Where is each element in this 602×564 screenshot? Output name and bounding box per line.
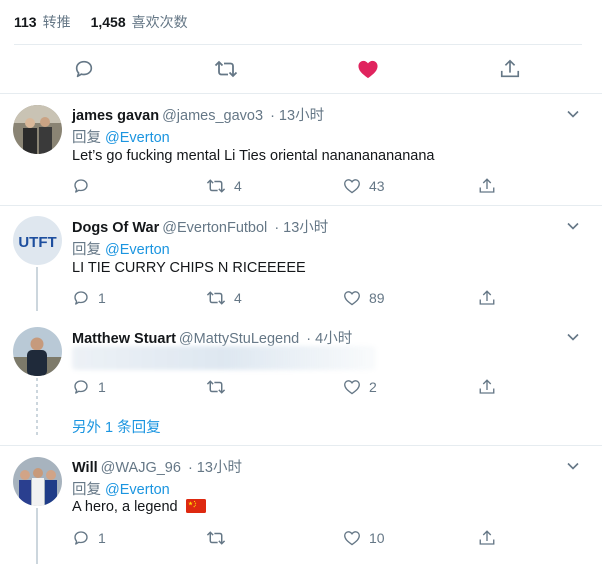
share-button[interactable] bbox=[478, 288, 496, 308]
display-name[interactable]: james gavan bbox=[72, 108, 159, 124]
reply-prefix: 回复 bbox=[72, 130, 101, 146]
tweet-actions: 4 43 bbox=[72, 176, 512, 196]
share-button[interactable] bbox=[478, 176, 496, 196]
thread-line bbox=[36, 267, 38, 311]
reply-count: 1 bbox=[98, 290, 106, 306]
thread-line bbox=[36, 508, 38, 564]
retweet-count: 4 bbox=[234, 290, 242, 306]
retweet-icon bbox=[206, 378, 226, 396]
reply-count: 1 bbox=[98, 530, 106, 546]
like-count: 43 bbox=[369, 178, 385, 194]
timestamp[interactable]: · 4小时 bbox=[306, 331, 352, 347]
chevron-down-icon[interactable] bbox=[566, 219, 580, 233]
like-count: 10 bbox=[369, 530, 385, 546]
reply-icon[interactable] bbox=[71, 56, 97, 82]
share-icon bbox=[478, 529, 496, 547]
reply-icon bbox=[72, 378, 90, 396]
divider bbox=[14, 44, 582, 45]
like-count: 2 bbox=[369, 379, 377, 395]
reply-button[interactable]: 1 bbox=[72, 528, 106, 548]
user-handle[interactable]: @WAJG_96 bbox=[101, 460, 181, 476]
main-tweet-actions bbox=[0, 46, 602, 92]
divider bbox=[0, 93, 602, 94]
retweet-icon[interactable] bbox=[213, 56, 239, 82]
tweet-text: LI TIE CURRY CHIPS N RICEEEEE bbox=[72, 260, 306, 276]
reply-button[interactable]: 1 bbox=[72, 288, 106, 308]
replying-to: 回复 @Everton bbox=[72, 478, 170, 499]
show-more-replies-link[interactable]: 另外 1 条回复 bbox=[72, 416, 161, 437]
like-button[interactable]: 89 bbox=[343, 288, 385, 308]
share-icon[interactable] bbox=[497, 56, 523, 82]
heart-icon bbox=[343, 530, 361, 546]
like-label[interactable]: 喜欢次数 bbox=[132, 12, 188, 32]
user-handle[interactable]: @EvertonFutbol bbox=[162, 220, 267, 236]
share-button[interactable] bbox=[478, 377, 496, 397]
avatar[interactable] bbox=[13, 327, 62, 376]
user-handle[interactable]: @james_gavo3 bbox=[162, 108, 263, 124]
retweet-icon bbox=[206, 177, 226, 195]
share-icon bbox=[478, 378, 496, 396]
reply-icon bbox=[72, 177, 90, 195]
retweet-count: 4 bbox=[234, 178, 242, 194]
retweet-count[interactable]: 113 bbox=[14, 14, 37, 30]
reply-icon bbox=[72, 289, 90, 307]
mention-link[interactable]: @Everton bbox=[105, 482, 170, 498]
share-icon bbox=[478, 177, 496, 195]
liked-heart-icon[interactable] bbox=[355, 56, 381, 82]
retweet-button[interactable] bbox=[206, 528, 234, 548]
like-button[interactable]: 2 bbox=[343, 377, 377, 397]
chevron-down-icon[interactable] bbox=[566, 330, 580, 344]
retweet-button[interactable] bbox=[206, 377, 234, 397]
divider bbox=[0, 205, 602, 206]
heart-icon bbox=[343, 290, 361, 306]
display-name[interactable]: Dogs Of War bbox=[72, 220, 159, 236]
reply-count: 1 bbox=[98, 379, 106, 395]
retweet-label[interactable]: 转推 bbox=[43, 12, 71, 32]
reply-button[interactable] bbox=[72, 176, 98, 196]
thread-line bbox=[36, 378, 38, 436]
retweet-icon bbox=[206, 289, 226, 307]
engagement-stats: 113 转推 1,458 喜欢次数 bbox=[0, 0, 602, 44]
chevron-down-icon[interactable] bbox=[566, 107, 580, 121]
reply-prefix: 回复 bbox=[72, 482, 101, 498]
display-name[interactable]: Matthew Stuart bbox=[72, 331, 176, 347]
tweet-text: Let’s go fucking mental Li Ties oriental… bbox=[72, 148, 435, 164]
avatar[interactable] bbox=[13, 457, 62, 506]
reply-prefix: 回复 bbox=[72, 242, 101, 258]
avatar-text: UTFT bbox=[18, 234, 56, 251]
reply-icon bbox=[72, 529, 90, 547]
like-button[interactable]: 43 bbox=[343, 176, 385, 196]
tweet-actions: 1 2 bbox=[72, 377, 512, 397]
chevron-down-icon[interactable] bbox=[566, 459, 580, 473]
avatar[interactable]: UTFT bbox=[13, 216, 62, 265]
replying-to: 回复 @Everton bbox=[72, 126, 170, 147]
mention-link[interactable]: @Everton bbox=[105, 130, 170, 146]
share-icon bbox=[478, 289, 496, 307]
heart-icon bbox=[343, 178, 361, 194]
retweet-button[interactable]: 4 bbox=[206, 176, 242, 196]
timestamp[interactable]: · 13小时 bbox=[270, 108, 324, 124]
mention-link[interactable]: @Everton bbox=[105, 242, 170, 258]
heart-icon bbox=[343, 379, 361, 395]
redacted-content bbox=[72, 346, 376, 370]
timestamp[interactable]: · 13小时 bbox=[188, 460, 242, 476]
like-count: 89 bbox=[369, 290, 385, 306]
like-button[interactable]: 10 bbox=[343, 528, 385, 548]
retweet-icon bbox=[206, 529, 226, 547]
timestamp[interactable]: · 13小时 bbox=[274, 220, 328, 236]
tweet-actions: 1 10 bbox=[72, 528, 512, 548]
share-button[interactable] bbox=[478, 528, 496, 548]
user-handle[interactable]: @MattyStuLegend bbox=[179, 331, 299, 347]
china-flag-icon bbox=[185, 499, 206, 513]
divider bbox=[0, 445, 602, 446]
like-count[interactable]: 1,458 bbox=[91, 14, 126, 30]
display-name[interactable]: Will bbox=[72, 460, 98, 476]
replying-to: 回复 @Everton bbox=[72, 238, 170, 259]
avatar[interactable] bbox=[13, 105, 62, 154]
retweet-button[interactable]: 4 bbox=[206, 288, 242, 308]
reply-button[interactable]: 1 bbox=[72, 377, 106, 397]
tweet-text: A hero, a legend bbox=[72, 499, 178, 515]
tweet-actions: 1 4 89 bbox=[72, 288, 512, 308]
